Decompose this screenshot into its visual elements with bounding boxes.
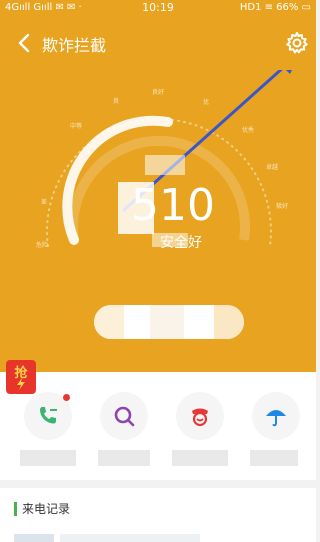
tools-panel [0, 372, 316, 480]
pill-blur [150, 305, 184, 339]
scale-label: 优 [203, 98, 209, 106]
scale-label: 危险 [36, 241, 48, 249]
pill-blur [214, 305, 244, 339]
call-records-title: 来电记录 [22, 502, 71, 516]
red-packet-badge[interactable]: 抢 [6, 360, 36, 394]
tool-label-blur [20, 450, 76, 466]
scale-label: 良好 [152, 88, 164, 96]
status-bar: 4Gııll Gııll ✉ ✉ · 10:19 HD1 ≡ 66% ▭ [0, 0, 316, 16]
back-icon[interactable] [16, 32, 34, 54]
notification-dot [63, 394, 70, 401]
record-blur [60, 534, 200, 542]
scale-label: 优秀 [242, 126, 254, 134]
call-records-section[interactable]: 来电记录 [0, 488, 316, 542]
tool-umbrella[interactable] [252, 392, 300, 440]
scale-label: 差 [41, 198, 47, 206]
page-title: 欺诈拦截 [42, 36, 107, 55]
scan-button[interactable] [94, 305, 244, 339]
tool-search[interactable] [100, 392, 148, 440]
gear-icon[interactable] [285, 31, 309, 55]
pill-blur [94, 305, 124, 339]
score-blur [118, 182, 154, 234]
scale-label: 中等 [70, 122, 82, 130]
status-right: HD1 ≡ 66% ▭ [239, 2, 311, 13]
search-icon [114, 406, 135, 427]
scale-label: 卓越 [266, 163, 278, 171]
phone-icon [40, 407, 57, 424]
scale-label: 良 [113, 97, 119, 105]
tool-label-blur [98, 450, 150, 466]
tool-police[interactable] [176, 392, 224, 440]
bolt-icon [17, 378, 25, 390]
umbrella-icon [266, 410, 286, 427]
police-icon [192, 408, 208, 427]
score-level-blur [152, 233, 188, 247]
tool-label-blur [250, 450, 298, 466]
tool-phone[interactable] [24, 392, 72, 440]
score-label-blur [145, 155, 185, 175]
scale-label: 极好 [276, 202, 288, 210]
tool-label-blur [172, 450, 228, 466]
section-accent [14, 502, 17, 516]
record-blur [14, 534, 54, 542]
